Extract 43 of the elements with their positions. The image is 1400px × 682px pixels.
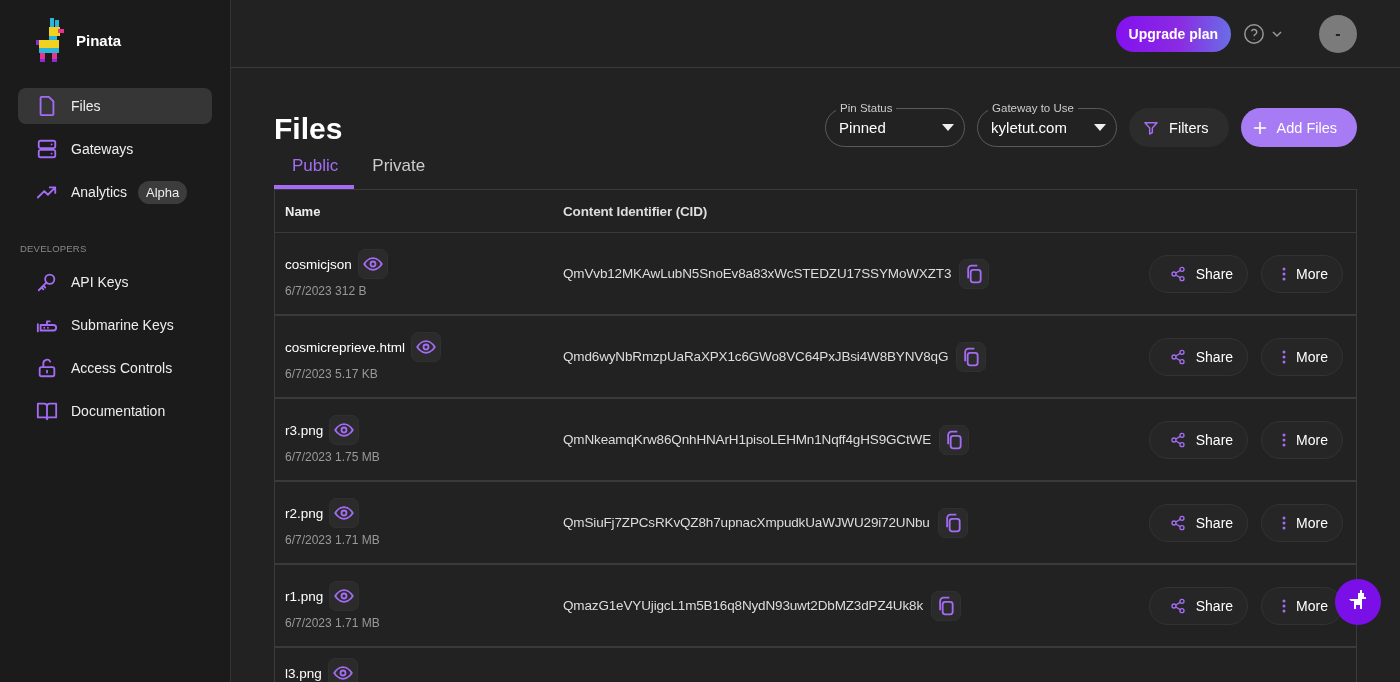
file-name: r2.png: [285, 505, 324, 521]
file-meta: 6/7/2023 312 B: [285, 284, 368, 298]
nav-item[interactable]: Analytics Alpha: [18, 174, 212, 210]
file-meta: 6/7/2023 1.71 MB: [285, 616, 381, 630]
more-button[interactable]: More: [1261, 337, 1343, 376]
file-name: r1.png: [285, 588, 324, 604]
section-title: DEVELOPERS: [20, 243, 88, 254]
share-button[interactable]: Share: [1148, 586, 1249, 625]
nav-item[interactable]: Access Controls: [18, 350, 212, 386]
more-button[interactable]: More: [1261, 503, 1343, 542]
cid-text: Qmd6wyNbRmzpUaRaXPX1c6GWo8VC64PxJBsi4W8BYNV8qG: [563, 349, 949, 364]
cid-text: QmNkeamqKrw86QnhHNArH1pisoLEHMn1Nqff4gHS9GCtWE: [563, 432, 931, 447]
file-name: l3.png: [285, 665, 322, 681]
share-button[interactable]: Share: [1148, 337, 1249, 376]
upgrade-plan-button[interactable]: Upgrade plan: [1115, 15, 1231, 52]
file-name: cosmicreprieve.html: [285, 339, 406, 355]
tab[interactable]: Private: [354, 156, 442, 189]
nav-item[interactable]: Files: [18, 88, 212, 124]
file-name: cosmicjson: [285, 256, 352, 272]
file-meta: 6/7/2023 5.17 KB: [285, 367, 379, 381]
alpha-badge: Alpha: [138, 180, 188, 204]
nav-item[interactable]: Documentation: [18, 393, 212, 429]
file-name: r3.png: [285, 422, 324, 438]
avatar[interactable]: -: [1319, 14, 1357, 53]
more-button[interactable]: More: [1261, 420, 1343, 459]
nav-item[interactable]: API Keys: [18, 264, 212, 300]
share-button[interactable]: Share: [1148, 254, 1249, 293]
cid-text: QmVvb12MKAwLubN5SnoEv8a83xWcSTEDZU17SSYMoWXZT3: [563, 266, 952, 281]
file-meta: 6/7/2023 1.71 MB: [285, 533, 381, 547]
cid-text: QmSiuFj7ZPCsRKvQZ8h7upnacXmpudkUaWJWU29i72UNbu: [563, 515, 930, 530]
column-header: Content Identifier (CID): [563, 203, 708, 219]
share-button[interactable]: Share: [1148, 420, 1249, 459]
file-meta: 6/7/2023 1.75 MB: [285, 450, 381, 464]
filters-button[interactable]: Filters: [1129, 108, 1229, 147]
more-button[interactable]: More: [1261, 254, 1343, 293]
nav-item[interactable]: Gateways: [18, 131, 212, 167]
column-header: Name: [285, 203, 322, 219]
share-button[interactable]: Share: [1148, 503, 1249, 542]
tab[interactable]: Public: [274, 156, 355, 189]
page-title: Files: [274, 114, 344, 144]
nav-item[interactable]: Submarine Keys: [18, 307, 212, 343]
brand-name: Pinata: [76, 31, 121, 49]
cid-text: QmazG1eVYUjigcL1m5B16q8NydN93uwt2DbMZ3dPZ4Uk8k: [563, 598, 923, 613]
